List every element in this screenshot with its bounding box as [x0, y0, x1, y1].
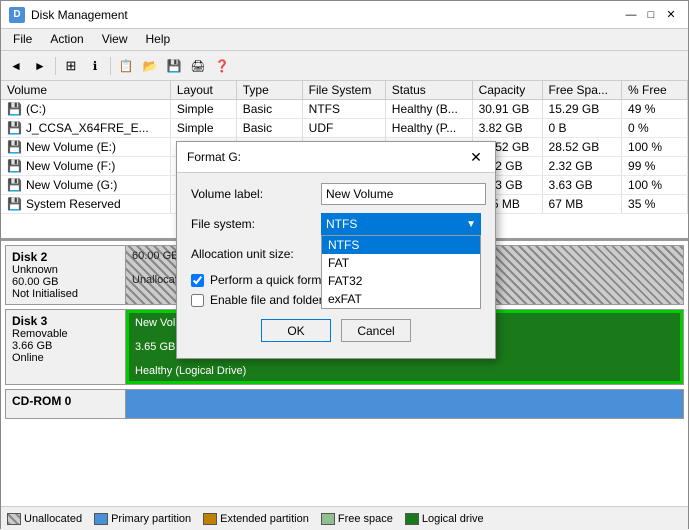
option-fat32[interactable]: FAT32 [322, 272, 480, 290]
cancel-button[interactable]: Cancel [341, 319, 411, 342]
dropdown-arrow-icon: ▼ [466, 219, 476, 230]
dialog-close-button[interactable]: ✕ [467, 148, 485, 166]
volume-label-label: Volume label: [191, 187, 321, 201]
ok-button[interactable]: OK [261, 319, 331, 342]
option-ntfs[interactable]: NTFS [322, 236, 480, 254]
file-system-list: NTFS FAT FAT32 exFAT [321, 235, 481, 309]
quick-format-checkbox[interactable] [191, 274, 204, 287]
compression-checkbox[interactable] [191, 294, 204, 307]
allocation-label: Allocation unit size: [191, 247, 321, 261]
volume-label-row: Volume label: [191, 183, 481, 205]
dialog-overlay: Format G: ✕ Volume label: File system: N… [1, 1, 689, 530]
file-system-selected[interactable]: NTFS ▼ [321, 213, 481, 235]
file-system-dropdown[interactable]: NTFS ▼ NTFS FAT FAT32 exFAT [321, 213, 481, 235]
dialog-buttons: OK Cancel [191, 319, 481, 348]
dialog-title-bar: Format G: ✕ [177, 142, 495, 173]
dialog-body: Volume label: File system: NTFS ▼ NTFS F… [177, 173, 495, 358]
format-dialog: Format G: ✕ Volume label: File system: N… [176, 141, 496, 359]
volume-label-input[interactable] [321, 183, 486, 205]
option-fat[interactable]: FAT [322, 254, 480, 272]
window-frame: D Disk Management — □ ✕ File Action View… [0, 0, 689, 529]
option-exfat[interactable]: exFAT [322, 290, 480, 308]
file-system-row: File system: NTFS ▼ NTFS FAT FAT32 exFAT [191, 213, 481, 235]
file-system-label: File system: [191, 217, 321, 231]
dialog-title-text: Format G: [187, 150, 241, 164]
quick-format-label: Perform a quick format [210, 273, 331, 287]
file-system-value: NTFS [326, 217, 357, 231]
